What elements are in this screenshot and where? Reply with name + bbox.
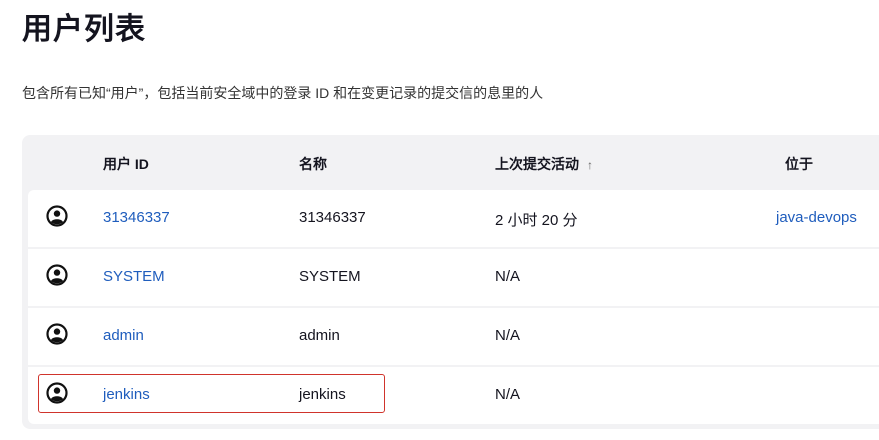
user-name: jenkins [299, 386, 346, 403]
table-header: 用户 ID 名称 上次提交活动 ↑ 位于 [22, 135, 879, 190]
sort-ascending-icon: ↑ [587, 158, 593, 172]
user-name: admin [299, 327, 340, 344]
last-commit-activity: N/A [495, 327, 521, 344]
column-header-last-commit-label: 上次提交活动 [495, 156, 579, 172]
last-commit-activity: N/A [495, 386, 521, 403]
column-header-last-commit[interactable]: 上次提交活动 ↑ [495, 154, 593, 174]
user-circle-icon [46, 323, 68, 345]
user-id-link[interactable]: SYSTEM [103, 268, 165, 285]
page-description: 包含所有已知“用户”，包括当前安全域中的登录 ID 和在变更记录的提交信的息里的… [22, 85, 544, 101]
column-header-location[interactable]: 位于 [785, 154, 813, 174]
user-id-link[interactable]: 31346337 [103, 209, 170, 226]
user-name: 31346337 [299, 209, 366, 226]
last-commit-activity: N/A [495, 268, 521, 285]
user-circle-icon [46, 205, 68, 227]
user-circle-icon [46, 264, 68, 286]
location-link[interactable]: java-devops [776, 209, 857, 226]
column-header-name[interactable]: 名称 [299, 154, 327, 174]
user-name: SYSTEM [299, 268, 361, 285]
table-row: jenkins jenkins N/A [28, 367, 879, 424]
table-row: 31346337 31346337 2 小时 20 分 java-devops [28, 190, 879, 247]
column-header-user-id[interactable]: 用户 ID [103, 154, 149, 174]
table-row: SYSTEM SYSTEM N/A [28, 249, 879, 306]
user-id-link[interactable]: admin [103, 327, 144, 344]
user-circle-icon [46, 382, 68, 404]
users-table: 用户 ID 名称 上次提交活动 ↑ 位于 31346337 31346337 2 … [22, 135, 879, 429]
page-title: 用户列表 [22, 13, 146, 46]
table-row: admin admin N/A [28, 308, 879, 365]
user-id-link[interactable]: jenkins [103, 386, 150, 403]
users-page: 用户列表 包含所有已知“用户”，包括当前安全域中的登录 ID 和在变更记录的提交… [0, 0, 879, 440]
last-commit-activity: 2 小时 20 分 [495, 212, 578, 229]
